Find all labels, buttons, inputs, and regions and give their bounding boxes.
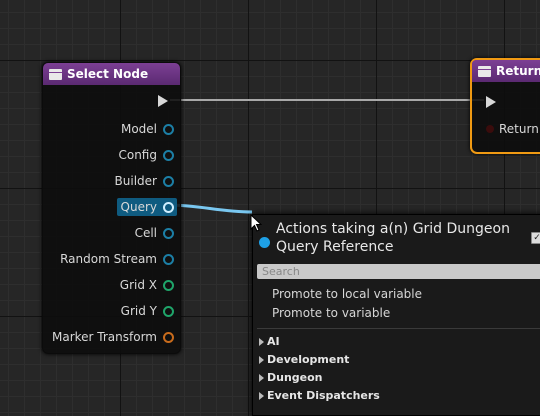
pin-label: Cell bbox=[134, 226, 157, 240]
return-node[interactable]: Return Return bbox=[470, 58, 540, 154]
pin-grid-y-circle-icon[interactable] bbox=[163, 305, 174, 317]
pin-model[interactable]: Model bbox=[121, 120, 174, 138]
pin-config-circle-icon[interactable] bbox=[163, 149, 174, 161]
pin-label: Query bbox=[120, 200, 157, 214]
select-node-title: Select Node bbox=[67, 67, 149, 81]
select-node-header[interactable]: Select Node bbox=[43, 63, 180, 85]
expand-arrow-icon[interactable] bbox=[259, 355, 264, 364]
menu-item-promote-local[interactable]: Promote to local variable bbox=[272, 287, 422, 301]
pin-builder[interactable]: Builder bbox=[115, 172, 174, 190]
pin-label: Builder bbox=[114, 174, 157, 188]
expand-arrow-icon[interactable] bbox=[259, 373, 264, 382]
menu-header: Actions taking a(n) Grid Dungeon Query R… bbox=[253, 220, 526, 256]
pin-query[interactable]: Query bbox=[116, 198, 177, 216]
pin-label: Random Stream bbox=[60, 252, 157, 266]
pin-random-stream-circle-icon[interactable] bbox=[163, 253, 174, 265]
pin-label: Grid X bbox=[119, 278, 157, 292]
exec-in-pin[interactable] bbox=[486, 96, 496, 108]
category-label: Event Dispatchers bbox=[267, 389, 380, 402]
category-label: Dungeon bbox=[267, 371, 323, 384]
category-development[interactable]: Development bbox=[259, 353, 349, 366]
search-input[interactable]: Search bbox=[257, 264, 540, 279]
pin-label: Grid Y bbox=[120, 304, 157, 318]
pin-label: Marker Transform bbox=[52, 330, 157, 344]
pin-model-circle-icon[interactable] bbox=[163, 123, 174, 135]
mouse-cursor-icon bbox=[250, 214, 262, 232]
pin-cell-circle-icon[interactable] bbox=[163, 227, 174, 239]
category-dungeon[interactable]: Dungeon bbox=[259, 371, 323, 384]
info-icon bbox=[259, 237, 270, 248]
pin-marker-transform[interactable]: Marker Transform bbox=[52, 328, 174, 346]
expand-arrow-icon[interactable] bbox=[259, 337, 264, 346]
menu-divider bbox=[257, 328, 540, 329]
context-action-menu[interactable]: Actions taking a(n) Grid Dungeon Query R… bbox=[252, 214, 540, 416]
menu-item-promote-variable[interactable]: Promote to variable bbox=[272, 306, 390, 320]
pin-config[interactable]: Config bbox=[118, 146, 174, 164]
pin-grid-x-circle-icon[interactable] bbox=[163, 279, 174, 291]
return-node-title: Return bbox=[496, 64, 540, 78]
pin-grid-x[interactable]: Grid X bbox=[120, 276, 174, 294]
pin-grid-y[interactable]: Grid Y bbox=[121, 302, 174, 320]
return-node-header[interactable]: Return bbox=[472, 60, 540, 82]
pin-builder-circle-icon[interactable] bbox=[163, 175, 174, 187]
expand-arrow-icon[interactable] bbox=[259, 391, 264, 400]
pin-label: Model bbox=[120, 122, 157, 136]
category-event-dispatchers[interactable]: Event Dispatchers bbox=[259, 389, 380, 402]
pin-random-stream[interactable]: Random Stream bbox=[60, 250, 174, 268]
category-label: Development bbox=[267, 353, 350, 366]
category-label: AI bbox=[267, 335, 280, 348]
function-icon bbox=[49, 68, 62, 80]
pin-query-circle-icon[interactable] bbox=[163, 201, 174, 213]
pin-cell[interactable]: Cell bbox=[135, 224, 174, 242]
context-sensitive-checkbox[interactable]: ✓ bbox=[531, 232, 540, 244]
select-node[interactable]: Select Node Model Config Builder Query C… bbox=[42, 62, 181, 354]
menu-title: Actions taking a(n) Grid Dungeon Query R… bbox=[276, 221, 510, 255]
exec-out-pin[interactable] bbox=[158, 95, 168, 107]
return-pin-dot-icon[interactable] bbox=[486, 125, 494, 133]
pin-label: Config bbox=[118, 148, 157, 162]
return-pin-label: Return bbox=[499, 122, 539, 136]
function-icon bbox=[478, 65, 491, 77]
pin-marker-transform-circle-icon[interactable] bbox=[163, 331, 174, 343]
return-value-pin[interactable]: Return bbox=[486, 122, 539, 136]
category-ai[interactable]: AI bbox=[259, 335, 280, 348]
